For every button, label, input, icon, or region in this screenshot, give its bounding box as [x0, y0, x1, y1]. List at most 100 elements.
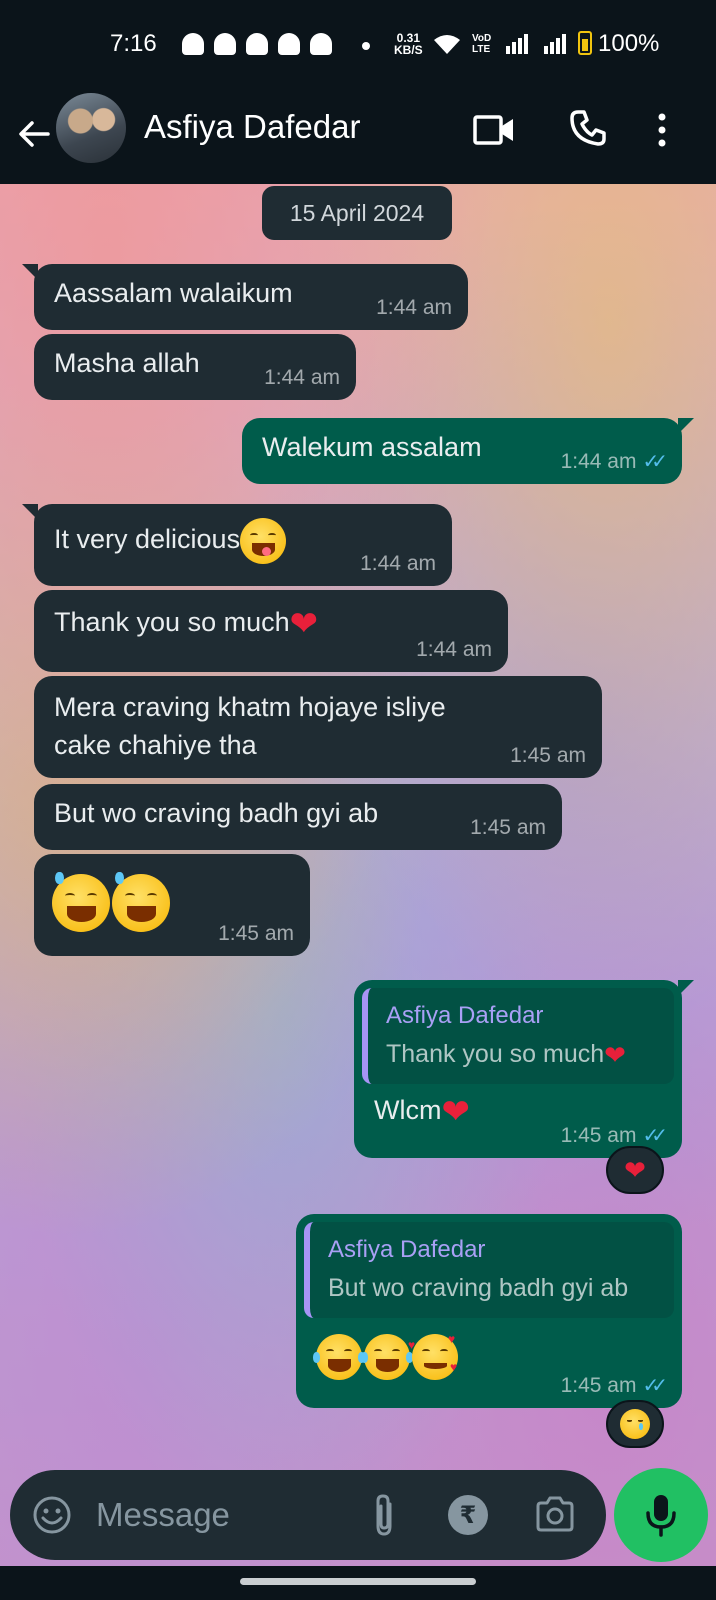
message-incoming[interactable]: Mera craving khatm hojaye isliye cake ch… — [34, 676, 602, 778]
time-label: 1:44 am — [560, 449, 637, 473]
gesture-nav-bar[interactable] — [240, 1578, 476, 1585]
message-time: 1:44 am — [376, 296, 452, 320]
message-text-label: Thank you so much — [54, 607, 290, 637]
signal-strength-icon — [544, 34, 566, 54]
battery-percent: 100% — [598, 30, 660, 57]
signal-strength-icon — [506, 34, 528, 54]
message-text: Aassalam walaikum — [54, 278, 293, 308]
back-arrow-icon[interactable] — [14, 114, 54, 154]
time-label: 1:44 am — [416, 638, 492, 661]
network-speed-unit: KB/S — [394, 43, 423, 57]
snapchat-icon — [214, 33, 236, 55]
message-composer: ₹ — [10, 1470, 606, 1560]
volte-top-label: VoD — [472, 33, 492, 44]
message-text: Masha allah — [54, 348, 200, 378]
message-text: Walekum assalam — [262, 432, 482, 462]
snapchat-icon — [310, 33, 332, 55]
message-time: 1:45 am — [510, 744, 586, 768]
message-text: Thank you so much❤ — [54, 604, 318, 644]
message-incoming[interactable]: Thank you so much❤ 1:44 am — [34, 590, 508, 672]
network-speed: 0.31 KB/S — [394, 32, 423, 56]
time-label: 1:45 am — [470, 816, 546, 839]
read-ticks-icon: ✓✓ — [642, 1125, 667, 1147]
date-chip: 15 April 2024 — [262, 186, 452, 240]
reaction-badge[interactable] — [606, 1400, 664, 1448]
grinning-face-with-sweat-emoji-icon — [112, 871, 170, 932]
payment-rupee-icon[interactable]: ₹ — [448, 1495, 488, 1535]
message-text: It very delicious — [54, 518, 288, 564]
volte-bottom-label: LTE — [472, 44, 491, 55]
bubble-tail — [22, 504, 38, 520]
quoted-text: Thank you so much❤ — [386, 1040, 626, 1071]
chat-header: Asfiya Dafedar — [0, 90, 716, 184]
message-time: 1:45 am — [218, 922, 294, 946]
attach-paperclip-icon[interactable] — [372, 1492, 396, 1538]
message-incoming[interactable]: But wo craving badh gyi ab 1:45 am — [34, 784, 562, 850]
avatar[interactable] — [56, 93, 126, 163]
red-heart-emoji-icon: ❤ — [289, 605, 319, 643]
message-time: 1:45 am ✓✓ — [561, 1123, 668, 1148]
bubble-tail — [678, 418, 694, 434]
battery-icon — [578, 31, 592, 55]
time-label: 1:44 am — [376, 296, 452, 319]
video-call-icon[interactable] — [472, 112, 516, 148]
mic-button[interactable] — [614, 1468, 708, 1562]
red-heart-emoji-icon: ❤ — [604, 1040, 626, 1070]
emoji-picker-icon[interactable] — [32, 1495, 72, 1535]
message-text-label: It very delicious — [54, 524, 241, 555]
time-label: 1:45 am — [510, 744, 586, 767]
message-incoming[interactable]: Masha allah 1:44 am — [34, 334, 356, 400]
message-time: 1:44 am — [264, 366, 340, 390]
quoted-sender-name: Asfiya Dafedar — [386, 1002, 544, 1029]
time-label: 1:45 am — [218, 922, 294, 945]
red-heart-emoji-icon: ❤ — [441, 1093, 470, 1131]
message-outgoing-reply[interactable]: Asfiya Dafedar Thank you so much❤ Wlcm❤ … — [354, 980, 694, 1158]
chat-messages-area[interactable]: 15 April 2024 Aassalam walaikum 1:44 am … — [0, 184, 716, 1566]
message-text-line: Mera craving khatm hojaye isliye — [54, 692, 446, 722]
status-time: 7:16 — [110, 30, 157, 57]
message-incoming[interactable]: It very delicious 1:44 am — [22, 504, 452, 586]
time-label: 1:45 am — [560, 1373, 637, 1397]
message-outgoing[interactable]: Walekum assalam 1:44 am ✓✓ — [242, 418, 694, 484]
contact-name[interactable]: Asfiya Dafedar — [144, 108, 360, 146]
message-text: But wo craving badh gyi ab — [54, 798, 379, 828]
quoted-text: But wo craving badh gyi ab — [328, 1274, 629, 1302]
quoted-message[interactable]: Asfiya Dafedar Thank you so much❤ — [362, 988, 674, 1084]
camera-icon[interactable] — [534, 1494, 576, 1534]
message-time: 1:45 am ✓✓ — [561, 1373, 668, 1398]
message-text-label: Wlcm — [374, 1095, 442, 1125]
message-time: 1:44 am ✓✓ — [561, 449, 668, 474]
mic-icon — [646, 1495, 676, 1537]
snapchat-icon — [182, 33, 204, 55]
quoted-text-label: Thank you so much — [386, 1040, 605, 1068]
snapchat-notification-icons — [182, 33, 332, 55]
quoted-message[interactable]: Asfiya Dafedar But wo craving badh gyi a… — [304, 1222, 674, 1318]
phone-call-icon[interactable] — [568, 108, 608, 148]
tears-of-joy-emoji-icon — [361, 1334, 413, 1380]
message-text-line: cake chahiye tha — [54, 730, 257, 760]
message-incoming[interactable]: Aassalam walaikum 1:44 am — [22, 264, 468, 330]
quoted-sender-name: Asfiya Dafedar — [328, 1236, 486, 1263]
more-vert-icon[interactable] — [656, 112, 668, 148]
reaction-badge[interactable]: ❤ — [606, 1146, 664, 1194]
message-emoji-row: ♥ ♥ ♥ — [313, 1332, 460, 1380]
message-incoming[interactable]: 1:45 am — [34, 854, 310, 956]
snapchat-icon — [246, 33, 268, 55]
more-notifications-dot-icon — [362, 42, 370, 50]
message-outgoing-reply[interactable]: Asfiya Dafedar But wo craving badh gyi a… — [296, 1214, 682, 1408]
volte-icon: VoD LTE — [472, 33, 491, 55]
tears-of-joy-emoji-icon — [313, 1334, 365, 1380]
status-bar: 7:16 0.31 KB/S VoD LTE 100% — [0, 0, 716, 90]
message-text: Wlcm❤ — [374, 1092, 470, 1132]
crying-face-emoji-icon — [620, 1409, 650, 1439]
red-heart-emoji-icon: ❤ — [624, 1154, 646, 1185]
message-time: 1:45 am — [470, 816, 546, 840]
message-emoji-row — [52, 871, 172, 932]
snapchat-icon — [278, 33, 300, 55]
time-label: 1:44 am — [360, 552, 436, 575]
face-savoring-food-emoji-icon — [240, 518, 287, 564]
bubble-tail — [22, 264, 38, 280]
time-label: 1:45 am — [560, 1123, 637, 1147]
message-input[interactable] — [96, 1490, 356, 1540]
message-time: 1:44 am — [360, 552, 436, 576]
